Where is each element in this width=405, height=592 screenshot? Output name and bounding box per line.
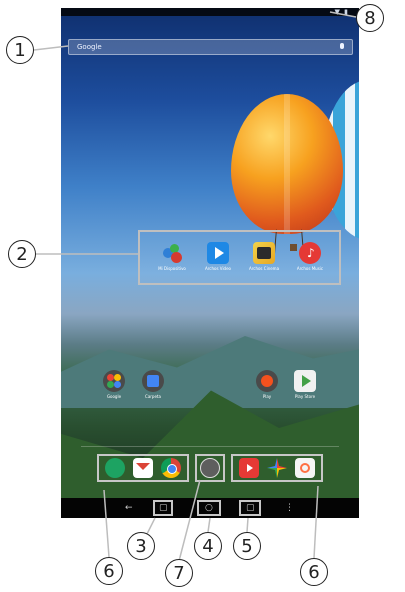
callout-1: 1: [6, 36, 34, 64]
callout-3: 3: [127, 532, 155, 560]
callout-6-right: 6: [300, 558, 328, 586]
callout-8: 8: [356, 4, 384, 32]
callout-7: 7: [165, 559, 193, 587]
callout-5: 5: [233, 532, 261, 560]
callout-2: 2: [8, 240, 36, 268]
callout-4: 4: [194, 532, 222, 560]
callout-leaders: [33, 11, 357, 562]
callout-6-left: 6: [95, 557, 123, 585]
